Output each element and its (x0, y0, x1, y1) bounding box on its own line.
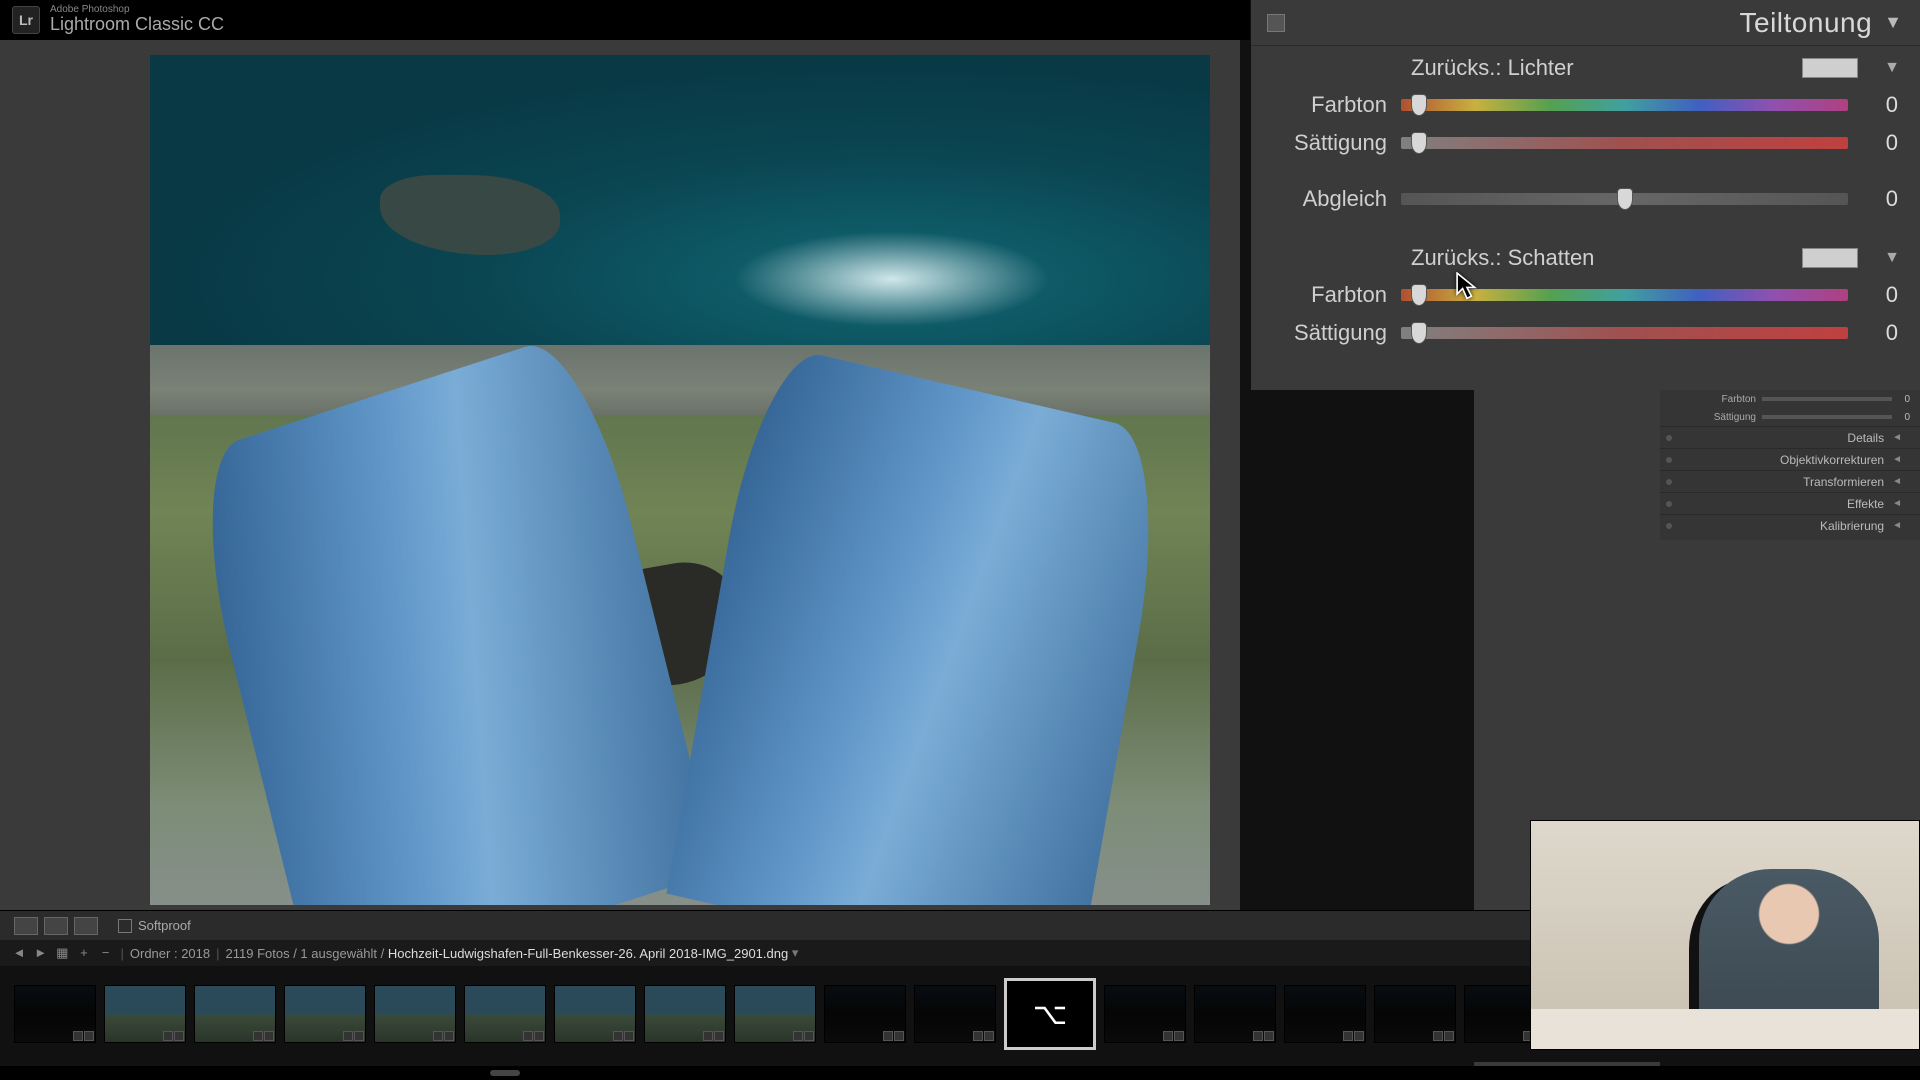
chevron-down-icon[interactable]: ▼ (1884, 59, 1900, 77)
filmstrip-thumbnail[interactable] (1284, 985, 1366, 1043)
highlights-sat-value[interactable]: 0 (1848, 130, 1898, 156)
chevron-left-icon[interactable]: ◄ (1892, 520, 1902, 531)
view-loupe-button[interactable] (14, 917, 38, 935)
softproof-label: Softproof (138, 918, 191, 933)
mini-hue-slider[interactable] (1762, 397, 1892, 401)
folder-label: Ordner : (130, 946, 178, 961)
balance-value[interactable]: 0 (1848, 186, 1898, 212)
photo-viewport[interactable] (0, 40, 1240, 910)
filename-dropdown-icon[interactable]: ▾ (792, 945, 799, 961)
mini-sat-value[interactable]: 0 (1892, 412, 1910, 423)
balance-label: Abgleich (1251, 186, 1401, 212)
mini-hue-label: Farbton (1712, 394, 1762, 405)
mini-hue-value[interactable]: 0 (1892, 394, 1910, 405)
scrollbar-thumb[interactable] (490, 1070, 520, 1076)
panel-title[interactable]: Teiltonung (1740, 7, 1873, 39)
nav-plus-icon[interactable]: + (77, 945, 91, 960)
shadows-hue-value[interactable]: 0 (1848, 282, 1898, 308)
highlights-sat-slider[interactable] (1401, 137, 1848, 149)
filmstrip-thumbnail[interactable] (374, 985, 456, 1043)
shadows-header: Zurücks.: Schatten ▼ (1251, 236, 1920, 276)
app-title: Lightroom Classic CC (50, 15, 224, 35)
shadows-sat-label: Sättigung (1251, 320, 1401, 346)
highlights-sat-label: Sättigung (1251, 130, 1401, 156)
panel-group-label: Transformieren (1803, 475, 1884, 489)
filmstrip-thumbnail[interactable] (14, 985, 96, 1043)
grid-icon[interactable]: ▦ (55, 945, 69, 961)
panel-group-label: Objektivkorrekturen (1780, 453, 1884, 467)
chevron-left-icon[interactable]: ◄ (1892, 498, 1902, 509)
folder-year[interactable]: 2018 (181, 946, 210, 961)
shadows-hue-slider[interactable] (1401, 289, 1848, 301)
main-photo[interactable] (150, 55, 1210, 905)
chevron-left-icon[interactable]: ◄ (1892, 476, 1902, 487)
highlights-hue-value[interactable]: 0 (1848, 92, 1898, 118)
photo-count: 2119 Fotos / 1 ausgewählt / (226, 946, 385, 961)
highlights-header: Zurücks.: Lichter ▼ (1251, 46, 1920, 86)
filmstrip-thumbnail[interactable] (734, 985, 816, 1043)
right-panel-collapsed: Farbton 0 Sättigung 0 Details◄Objektivko… (1660, 390, 1920, 540)
app-logo: Lr (12, 6, 40, 34)
view-compare-button[interactable] (44, 917, 68, 935)
chevron-left-icon[interactable]: ◄ (1892, 432, 1902, 443)
filmstrip-thumbnail[interactable]: ⌥ (1004, 978, 1096, 1050)
panel-group-transformieren[interactable]: Transformieren ◄ (1660, 470, 1920, 492)
split-toning-panel: Teiltonung ▼ Zurücks.: Lichter ▼ Farbton… (1250, 0, 1920, 390)
nav-fwd-icon[interactable]: ► (34, 945, 48, 960)
filmstrip-thumbnail[interactable] (194, 985, 276, 1043)
chevron-left-icon[interactable]: ◄ (1892, 454, 1902, 465)
highlights-title[interactable]: Zurücks.: Lichter (1411, 55, 1574, 81)
chevron-down-icon[interactable]: ▼ (1884, 12, 1902, 33)
filmstrip-thumbnail[interactable] (104, 985, 186, 1043)
shadows-sat-value[interactable]: 0 (1848, 320, 1898, 346)
panel-group-kalibrierung[interactable]: Kalibrierung ◄ (1660, 514, 1920, 536)
mini-sat-slider[interactable] (1762, 415, 1892, 419)
filmstrip-thumbnail[interactable] (1194, 985, 1276, 1043)
highlights-hue-slider[interactable] (1401, 99, 1848, 111)
filmstrip-thumbnail[interactable] (554, 985, 636, 1043)
panel-group-details[interactable]: Details ◄ (1660, 426, 1920, 448)
view-survey-button[interactable] (74, 917, 98, 935)
filmstrip-thumbnail[interactable] (1104, 985, 1186, 1043)
softproof-checkbox[interactable] (118, 919, 132, 933)
shadows-sat-slider[interactable] (1401, 327, 1848, 339)
chevron-down-icon[interactable]: ▼ (1884, 249, 1900, 267)
webcam-overlay (1530, 820, 1920, 1050)
nav-back-icon[interactable]: ◄ (12, 945, 26, 960)
mini-sat-label: Sättigung (1712, 412, 1762, 423)
filmstrip-thumbnail[interactable] (1374, 985, 1456, 1043)
nav-minus-icon[interactable]: − (99, 945, 113, 960)
highlights-swatch[interactable] (1802, 58, 1858, 78)
panel-group-label: Kalibrierung (1820, 519, 1884, 533)
panel-switch[interactable] (1267, 14, 1285, 32)
filmstrip-thumbnail[interactable] (644, 985, 726, 1043)
shadows-title[interactable]: Zurücks.: Schatten (1411, 245, 1594, 271)
balance-slider[interactable] (1401, 193, 1848, 205)
highlights-hue-label: Farbton (1251, 92, 1401, 118)
filename[interactable]: Hochzeit-Ludwigshafen-Full-Benkesser-26.… (388, 946, 788, 961)
panel-group-label: Details (1847, 431, 1884, 445)
shadows-swatch[interactable] (1802, 248, 1858, 268)
filmstrip-thumbnail[interactable] (284, 985, 366, 1043)
filmstrip-scrollbar[interactable] (0, 1066, 1920, 1080)
filmstrip-thumbnail[interactable] (464, 985, 546, 1043)
panel-group-effekte[interactable]: Effekte ◄ (1660, 492, 1920, 514)
panel-group-label: Effekte (1847, 497, 1884, 511)
shadows-hue-label: Farbton (1251, 282, 1401, 308)
filmstrip-thumbnail[interactable] (914, 985, 996, 1043)
panel-group-objektivkorrekturen[interactable]: Objektivkorrekturen ◄ (1660, 448, 1920, 470)
filmstrip-thumbnail[interactable] (824, 985, 906, 1043)
